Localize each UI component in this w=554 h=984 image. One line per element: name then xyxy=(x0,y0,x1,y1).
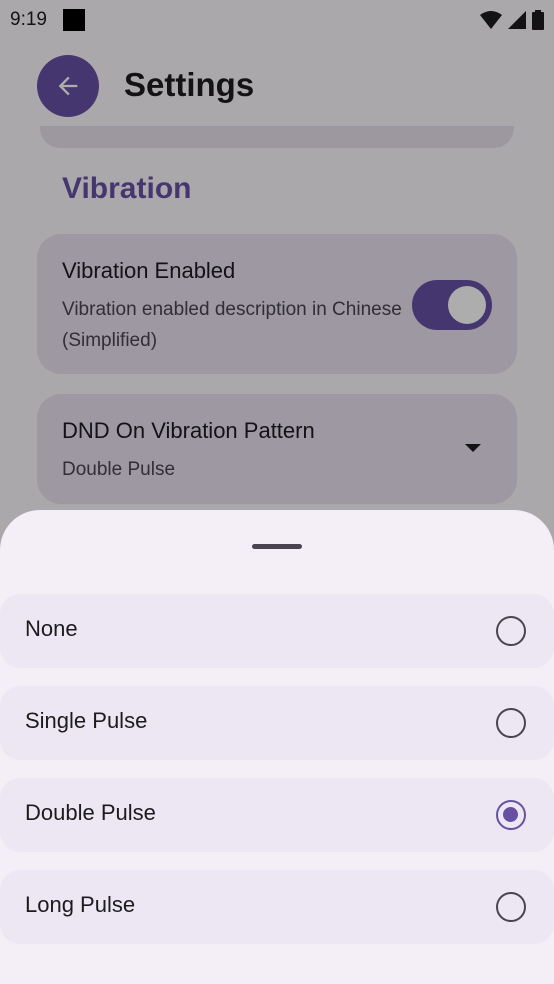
bottom-sheet: None Single Pulse Double Pulse Long Puls… xyxy=(0,510,554,984)
radio-button[interactable] xyxy=(496,892,526,922)
option-double-pulse[interactable]: Double Pulse xyxy=(0,778,554,852)
drag-handle[interactable] xyxy=(252,544,302,549)
option-label: Long Pulse xyxy=(25,892,136,917)
option-label: Double Pulse xyxy=(25,800,156,825)
option-none[interactable]: None xyxy=(0,594,554,668)
radio-button-selected[interactable] xyxy=(496,800,526,830)
radio-button[interactable] xyxy=(496,616,526,646)
option-label: None xyxy=(25,616,78,641)
radio-button[interactable] xyxy=(496,708,526,738)
option-long-pulse[interactable]: Long Pulse xyxy=(0,870,554,944)
option-single-pulse[interactable]: Single Pulse xyxy=(0,686,554,760)
option-label: Single Pulse xyxy=(25,708,148,733)
